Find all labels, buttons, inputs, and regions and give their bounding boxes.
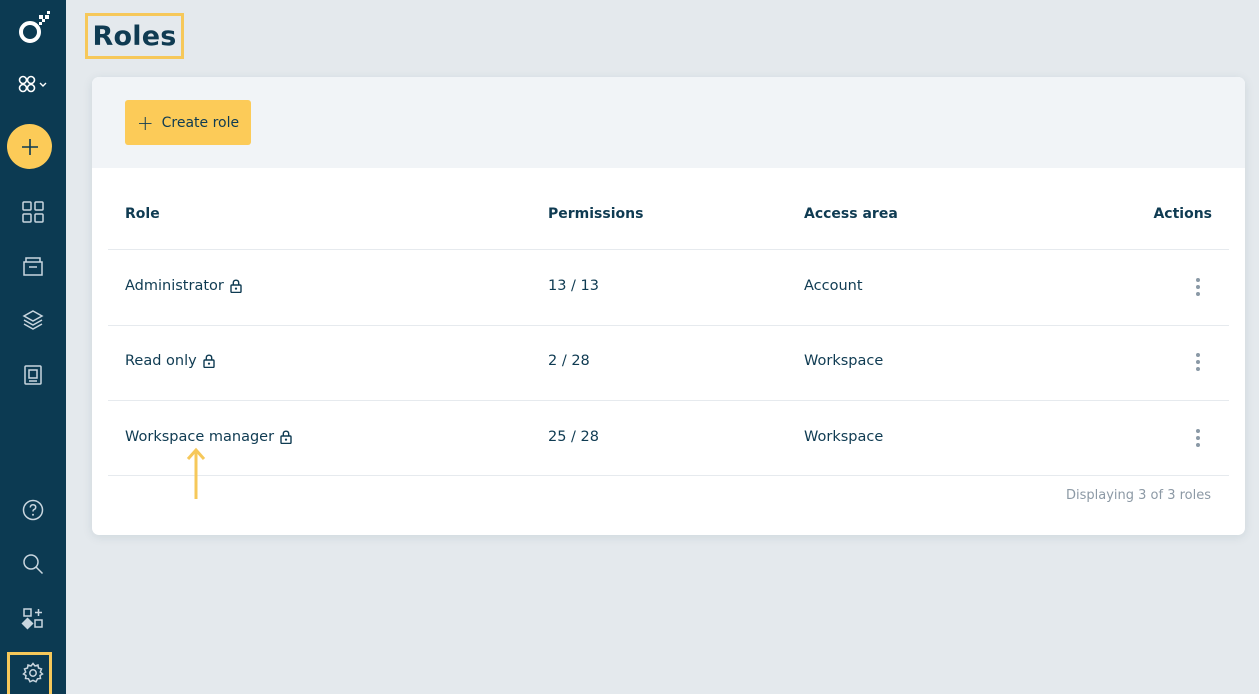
annotation-arrow-icon xyxy=(186,447,206,499)
row-divider xyxy=(108,400,1229,401)
page-title-highlight: Roles xyxy=(85,13,184,59)
create-role-label: Create role xyxy=(161,114,240,131)
column-header-role: Role xyxy=(125,206,160,222)
column-header-permissions: Permissions xyxy=(548,206,644,222)
role-name: Read only xyxy=(125,353,197,369)
dashboard-icon[interactable] xyxy=(0,196,66,228)
lock-icon xyxy=(203,354,215,368)
layers-icon[interactable] xyxy=(0,304,66,336)
access-area-cell: Account xyxy=(804,278,863,294)
role-name: Workspace manager xyxy=(125,429,275,445)
permissions-cell: 25 / 28 xyxy=(548,429,600,445)
permissions-cell: 13 / 13 xyxy=(548,278,600,294)
more-actions-icon[interactable] xyxy=(1190,275,1206,299)
role-cell[interactable]: Administrator xyxy=(125,278,242,294)
more-actions-icon[interactable] xyxy=(1190,426,1206,450)
sidebar xyxy=(0,0,66,694)
role-cell[interactable]: Workspace manager xyxy=(125,429,292,445)
row-divider xyxy=(108,325,1229,326)
search-icon[interactable] xyxy=(0,548,66,580)
lock-icon xyxy=(230,279,242,293)
row-divider xyxy=(108,475,1229,476)
folder-icon[interactable] xyxy=(0,250,66,282)
row-divider xyxy=(108,249,1229,250)
role-cell[interactable]: Read only xyxy=(125,353,215,369)
contacts-icon[interactable] xyxy=(0,359,66,391)
settings-icon[interactable] xyxy=(0,657,66,689)
more-actions-icon[interactable] xyxy=(1190,350,1206,374)
pagination-count: Displaying 3 of 3 roles xyxy=(1065,488,1211,503)
lock-icon xyxy=(280,430,292,444)
roles-card: + Create role Role Permissions Access ar… xyxy=(92,77,1245,535)
access-area-cell: Workspace xyxy=(804,429,884,445)
role-name: Administrator xyxy=(125,278,224,294)
plus-icon: + xyxy=(136,110,154,135)
column-header-actions: Actions xyxy=(1153,206,1212,222)
permissions-cell: 2 / 28 xyxy=(548,353,590,369)
create-icon[interactable] xyxy=(7,124,52,169)
create-role-button[interactable]: + Create role xyxy=(125,100,251,145)
integrations-icon[interactable] xyxy=(0,602,66,634)
workspace-switcher-icon[interactable] xyxy=(0,68,66,100)
column-header-access-area: Access area xyxy=(804,206,898,222)
help-icon[interactable] xyxy=(0,494,66,526)
logo-icon[interactable] xyxy=(0,8,66,48)
card-toolbar: + Create role xyxy=(92,77,1245,168)
access-area-cell: Workspace xyxy=(804,353,884,369)
page-title: Roles xyxy=(92,20,177,52)
